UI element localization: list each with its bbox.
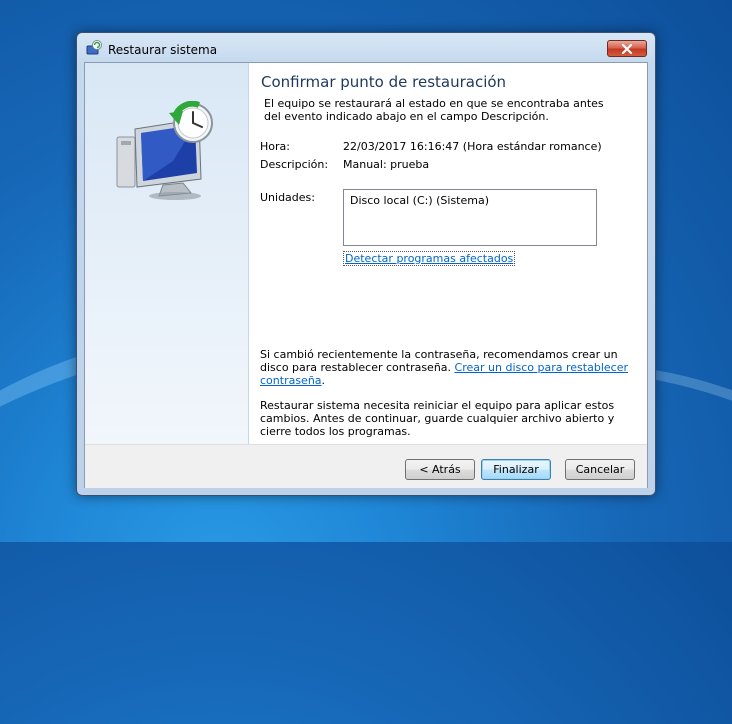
drives-list[interactable]: Disco local (C:) (Sistema) <box>343 189 597 246</box>
password-notice: Si cambió recientemente la contraseña, r… <box>260 348 632 387</box>
drives-label: Unidades: <box>260 191 315 204</box>
close-button[interactable] <box>607 40 647 57</box>
close-icon <box>621 44 633 54</box>
password-end: . <box>321 374 326 387</box>
time-value: 22/03/2017 16:16:47 (Hora estándar roman… <box>343 140 602 153</box>
title-bar[interactable]: Restaurar sistema <box>77 33 655 61</box>
back-button[interactable]: < Atrás <box>405 459 475 480</box>
description-label: Descripción: <box>260 158 329 171</box>
dialog-client-area: Confirmar punto de restauración El equip… <box>84 62 648 488</box>
left-banner <box>85 63 249 444</box>
content-pane: Confirmar punto de restauración El equip… <box>249 63 647 444</box>
system-restore-icon <box>86 40 102 55</box>
time-label: Hora: <box>260 140 290 153</box>
restart-notice: Restaurar sistema necesita reiniciar el … <box>260 399 615 438</box>
button-bar: < Atrás Finalizar Cancelar <box>85 444 647 488</box>
finish-button[interactable]: Finalizar <box>481 459 551 480</box>
window-title: Restaurar sistema <box>108 43 218 57</box>
list-item[interactable]: Disco local (C:) (Sistema) <box>350 194 590 207</box>
detect-affected-programs-link[interactable]: Detectar programas afectados <box>343 251 516 266</box>
page-title: Confirmar punto de restauración <box>261 73 507 91</box>
description-value: Manual: prueba <box>343 158 430 171</box>
system-restore-monitor-clock-icon <box>116 101 213 200</box>
cancel-button[interactable]: Cancelar <box>565 459 635 480</box>
intro-text: El equipo se restaurará al estado en que… <box>264 97 604 123</box>
system-restore-window: Restaurar sistema Confirmar punto de res… <box>76 32 656 496</box>
